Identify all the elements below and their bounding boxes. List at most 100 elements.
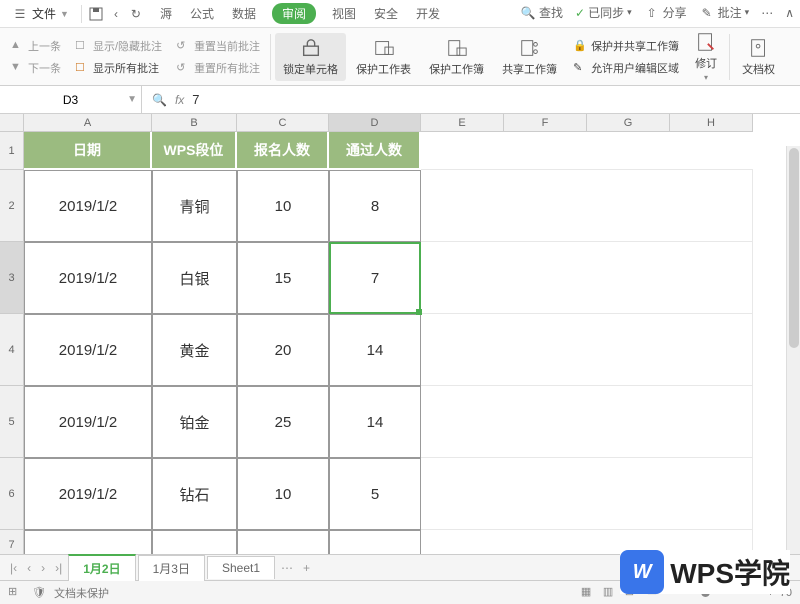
- tab-0[interactable]: 溽: [158, 3, 174, 24]
- col-header-a[interactable]: A: [24, 114, 152, 132]
- cell[interactable]: [421, 458, 753, 530]
- col-header-d[interactable]: D: [329, 114, 421, 132]
- row-header-1[interactable]: 1: [0, 132, 24, 170]
- note-button[interactable]: ✎批注▾: [699, 4, 750, 21]
- tab-view[interactable]: 视图: [330, 3, 358, 24]
- row-header-6[interactable]: 6: [0, 458, 24, 530]
- fx-icon[interactable]: fx: [175, 93, 184, 107]
- header-pass[interactable]: 通过人数: [329, 132, 421, 170]
- name-box[interactable]: ▼: [0, 86, 142, 113]
- cell[interactable]: [421, 386, 753, 458]
- cell[interactable]: 25: [237, 386, 329, 458]
- protect-sheet-button[interactable]: 保护工作表: [348, 33, 419, 81]
- cell[interactable]: 14: [329, 314, 421, 386]
- tab-data[interactable]: 数据: [230, 3, 258, 24]
- share-button[interactable]: ⇧分享: [644, 4, 687, 21]
- next-comment[interactable]: ▼下一条: [8, 58, 63, 78]
- view-page-icon[interactable]: ▥: [603, 585, 619, 601]
- share-book-button[interactable]: 共享工作簿: [494, 33, 565, 81]
- showall-comments[interactable]: ☐显示所有批注: [73, 58, 164, 78]
- cell[interactable]: 2019/1/2: [24, 530, 152, 554]
- cell-grid[interactable]: 日期 WPS段位 报名人数 通过人数 2019/1/2 青铜 10 8 2019…: [24, 132, 753, 554]
- sheet-tab-3[interactable]: Sheet1: [207, 556, 275, 579]
- cell-reference-input[interactable]: [31, 93, 111, 107]
- tab-formula[interactable]: 公式: [188, 3, 216, 24]
- col-header-b[interactable]: B: [152, 114, 237, 132]
- cell[interactable]: 10: [237, 530, 329, 554]
- doc-permission-button[interactable]: 文档权: [734, 33, 783, 81]
- cell[interactable]: 14: [329, 386, 421, 458]
- cell[interactable]: 20: [237, 314, 329, 386]
- revise-button[interactable]: 修订▾: [687, 27, 725, 86]
- sheet-add[interactable]: +: [299, 561, 314, 575]
- sheet-tab-2[interactable]: 1月3日: [138, 555, 205, 581]
- header-date[interactable]: 日期: [24, 132, 152, 170]
- vertical-scrollbar[interactable]: [786, 146, 800, 554]
- scroll-thumb[interactable]: [789, 148, 799, 348]
- save-icon[interactable]: [88, 6, 104, 22]
- chevron-down-icon[interactable]: ▼: [127, 94, 137, 105]
- col-header-e[interactable]: E: [421, 114, 504, 132]
- cell[interactable]: 2019/1/2: [24, 242, 152, 314]
- sheet-nav-prev[interactable]: ‹: [23, 561, 35, 575]
- formula-value[interactable]: 7: [192, 92, 199, 107]
- tab-develop[interactable]: 开发: [414, 3, 442, 24]
- lock-cell-button[interactable]: 锁定单元格: [275, 33, 346, 81]
- view-normal-icon[interactable]: ▦: [581, 585, 597, 601]
- cell[interactable]: [421, 170, 753, 242]
- col-header-g[interactable]: G: [587, 114, 670, 132]
- row-header-4[interactable]: 4: [0, 314, 24, 386]
- tab-review[interactable]: 审阅: [272, 3, 316, 24]
- cell[interactable]: 2019/1/2: [24, 314, 152, 386]
- cell[interactable]: 10: [237, 170, 329, 242]
- protect-share-book[interactable]: 🔒保护并共享工作簿: [571, 36, 681, 56]
- sheet-nav-last[interactable]: ›|: [51, 561, 66, 575]
- grid-mode-icon[interactable]: ⊞: [8, 585, 24, 601]
- showhide-comment[interactable]: ☐显示/隐藏批注: [73, 36, 164, 56]
- row-header-5[interactable]: 5: [0, 386, 24, 458]
- cell[interactable]: 黄金: [152, 314, 237, 386]
- cell[interactable]: 白银: [152, 242, 237, 314]
- col-header-c[interactable]: C: [237, 114, 329, 132]
- file-menu[interactable]: ☰ 文件 ▼: [6, 3, 75, 24]
- allow-edit-range[interactable]: ✎允许用户编辑区域: [571, 58, 681, 78]
- protect-book-button[interactable]: 保护工作簿: [421, 33, 492, 81]
- sheet-nav-next[interactable]: ›: [37, 561, 49, 575]
- cell[interactable]: 10: [237, 458, 329, 530]
- cell[interactable]: 15: [237, 242, 329, 314]
- zoom-fx-icon[interactable]: 🔍: [152, 93, 167, 107]
- expand-icon[interactable]: ∧: [785, 6, 794, 20]
- find-button[interactable]: 🔍查找: [520, 4, 563, 21]
- col-header-f[interactable]: F: [504, 114, 587, 132]
- col-header-h[interactable]: H: [670, 114, 753, 132]
- header-rank[interactable]: WPS段位: [152, 132, 237, 170]
- sync-button[interactable]: ✓已同步▾: [575, 4, 632, 21]
- nav-back-icon[interactable]: ‹: [108, 6, 124, 22]
- refresh-icon[interactable]: ↻: [128, 6, 144, 22]
- cell[interactable]: 8: [329, 170, 421, 242]
- row-header-7[interactable]: 7: [0, 530, 24, 554]
- cell[interactable]: 王者: [152, 530, 237, 554]
- select-all-corner[interactable]: [0, 114, 24, 132]
- header-signup[interactable]: 报名人数: [237, 132, 329, 170]
- cell[interactable]: 2019/1/2: [24, 458, 152, 530]
- cell[interactable]: [421, 242, 753, 314]
- row-header-2[interactable]: 2: [0, 170, 24, 242]
- sheet-tab-1[interactable]: 1月2日: [68, 554, 135, 581]
- cell[interactable]: 2019/1/2: [24, 386, 152, 458]
- reset-all[interactable]: ↺重置所有批注: [174, 58, 262, 78]
- cell[interactable]: 钻石: [152, 458, 237, 530]
- cell[interactable]: 铂金: [152, 386, 237, 458]
- cell[interactable]: [421, 314, 753, 386]
- sheet-more[interactable]: ⋯: [277, 561, 297, 575]
- prev-comment[interactable]: ▲上一条: [8, 36, 63, 56]
- reset-current[interactable]: ↺重置当前批注: [174, 36, 262, 56]
- more-icon[interactable]: ⋯: [761, 6, 773, 20]
- cell[interactable]: 青铜: [152, 170, 237, 242]
- cell[interactable]: 7: [329, 242, 421, 314]
- sheet-nav-first[interactable]: |‹: [6, 561, 21, 575]
- row-header-3[interactable]: 3: [0, 242, 24, 314]
- cell[interactable]: 2019/1/2: [24, 170, 152, 242]
- cell[interactable]: 5: [329, 458, 421, 530]
- cell[interactable]: 1: [329, 530, 421, 554]
